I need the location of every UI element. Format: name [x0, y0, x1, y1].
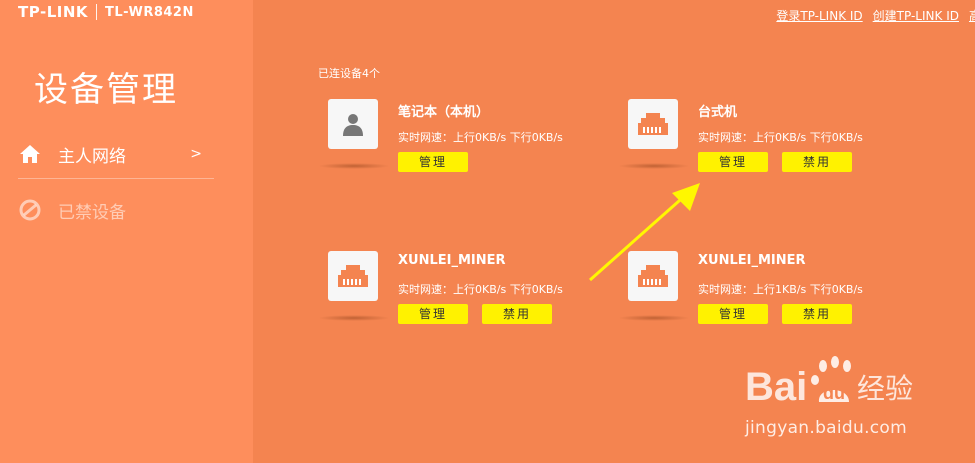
brand-logo: TP-LINK: [18, 3, 89, 21]
disable-button[interactable]: 禁用: [482, 304, 552, 324]
sidebar: TP-LINK TL-WR842N 设备管理 主人网络 > 已禁设备: [0, 0, 253, 463]
svg-text:经验: 经验: [857, 372, 913, 405]
svg-text:du: du: [823, 383, 845, 403]
device-shadow: [618, 163, 690, 169]
watermark-url: jingyan.baidu.com: [745, 418, 907, 438]
device-shadow: [318, 315, 390, 321]
device-name: 台式机: [698, 105, 738, 120]
manage-button[interactable]: 管理: [398, 304, 468, 324]
device-name: 笔记本（本机）: [398, 105, 490, 120]
disable-button[interactable]: 禁用: [782, 304, 852, 324]
device-shadow: [318, 163, 390, 169]
logo-divider: [96, 4, 98, 20]
sidebar-item-label: 已禁设备: [58, 202, 126, 223]
device-speed: 实时网速：上行1KB/s 下行0KB/s: [698, 283, 863, 296]
home-icon: [20, 145, 40, 163]
top-links: 登录TP-LINK ID 创建TP-LINK ID 高: [776, 7, 975, 24]
ethernet-icon: [638, 113, 668, 135]
device-avatar: [328, 251, 378, 301]
device-card: 台式机 实时网速：上行0KB/s 下行0KB/s 管理 禁用: [618, 99, 908, 179]
device-card: XUNLEI_MINER 实时网速：上行0KB/s 下行0KB/s 管理 禁用: [318, 251, 608, 331]
device-name: XUNLEI_MINER: [398, 253, 506, 268]
login-tplink-id-link[interactable]: 登录TP-LINK ID: [776, 7, 862, 24]
sidebar-item-banned-devices[interactable]: 已禁设备: [18, 190, 214, 230]
device-avatar: [628, 99, 678, 149]
device-avatar: [328, 99, 378, 149]
logo: TP-LINK TL-WR842N: [18, 3, 194, 21]
divider: [18, 178, 214, 179]
device-shadow: [618, 315, 690, 321]
manage-button[interactable]: 管理: [398, 152, 468, 172]
device-speed: 实时网速：上行0KB/s 下行0KB/s: [398, 283, 563, 296]
manage-button[interactable]: 管理: [698, 304, 768, 324]
model-name: TL-WR842N: [105, 4, 194, 20]
ban-icon: [19, 199, 41, 221]
person-icon: [343, 114, 363, 136]
chevron-right-icon: >: [190, 146, 202, 162]
page-title: 设备管理: [34, 70, 178, 110]
device-card: 笔记本（本机） 实时网速：上行0KB/s 下行0KB/s 管理: [318, 99, 608, 179]
ethernet-icon: [338, 265, 368, 287]
device-name: XUNLEI_MINER: [698, 253, 806, 268]
sidebar-item-host-network[interactable]: 主人网络 >: [18, 134, 214, 174]
device-speed: 实时网速：上行0KB/s 下行0KB/s: [398, 131, 563, 144]
advanced-link[interactable]: 高: [969, 7, 975, 24]
device-speed: 实时网速：上行0KB/s 下行0KB/s: [698, 131, 863, 144]
connected-count: 已连设备4个: [318, 67, 380, 80]
disable-button[interactable]: 禁用: [782, 152, 852, 172]
manage-button[interactable]: 管理: [698, 152, 768, 172]
create-tplink-id-link[interactable]: 创建TP-LINK ID: [873, 7, 959, 24]
baidu-jingyan-watermark-icon: Bai du 经验: [745, 356, 913, 409]
sidebar-item-label: 主人网络: [58, 146, 126, 167]
svg-text:Bai: Bai: [745, 365, 807, 409]
annotation-arrow-icon: [589, 183, 700, 282]
